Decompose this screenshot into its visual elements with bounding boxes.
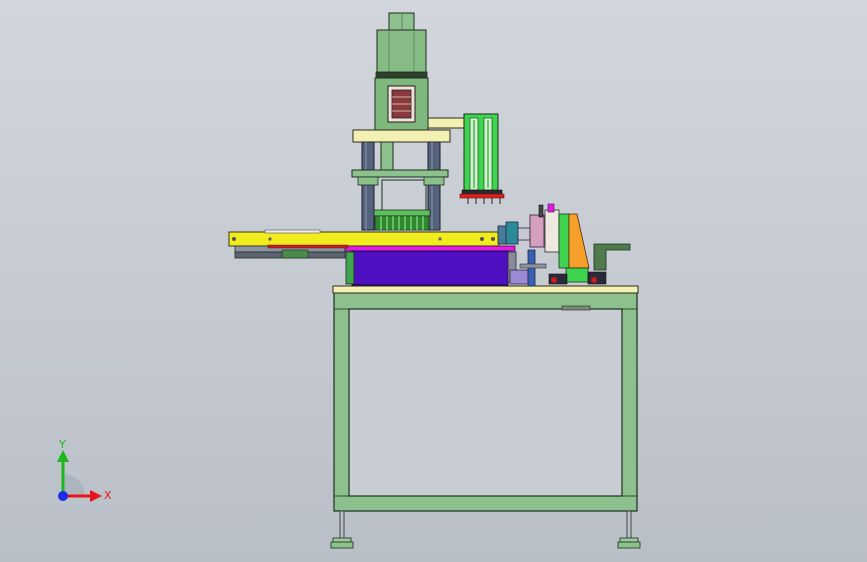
x-axis-label: X xyxy=(104,489,112,502)
base-block xyxy=(345,250,529,286)
coordinate-triad: Y X xyxy=(57,438,112,502)
x-axis-arrowhead xyxy=(90,490,102,502)
y-axis-label: Y xyxy=(58,438,66,451)
press-motor xyxy=(374,12,429,131)
y-axis-arrowhead xyxy=(57,450,69,462)
table-legs xyxy=(330,510,641,549)
side-actuator xyxy=(459,113,505,204)
table-stand xyxy=(332,285,639,512)
press-middle-plate xyxy=(351,169,449,186)
press-tooling xyxy=(373,209,431,231)
assembly-model[interactable] xyxy=(0,0,867,562)
cad-viewport[interactable]: Y X xyxy=(0,0,867,562)
z-axis-dot xyxy=(58,491,68,501)
